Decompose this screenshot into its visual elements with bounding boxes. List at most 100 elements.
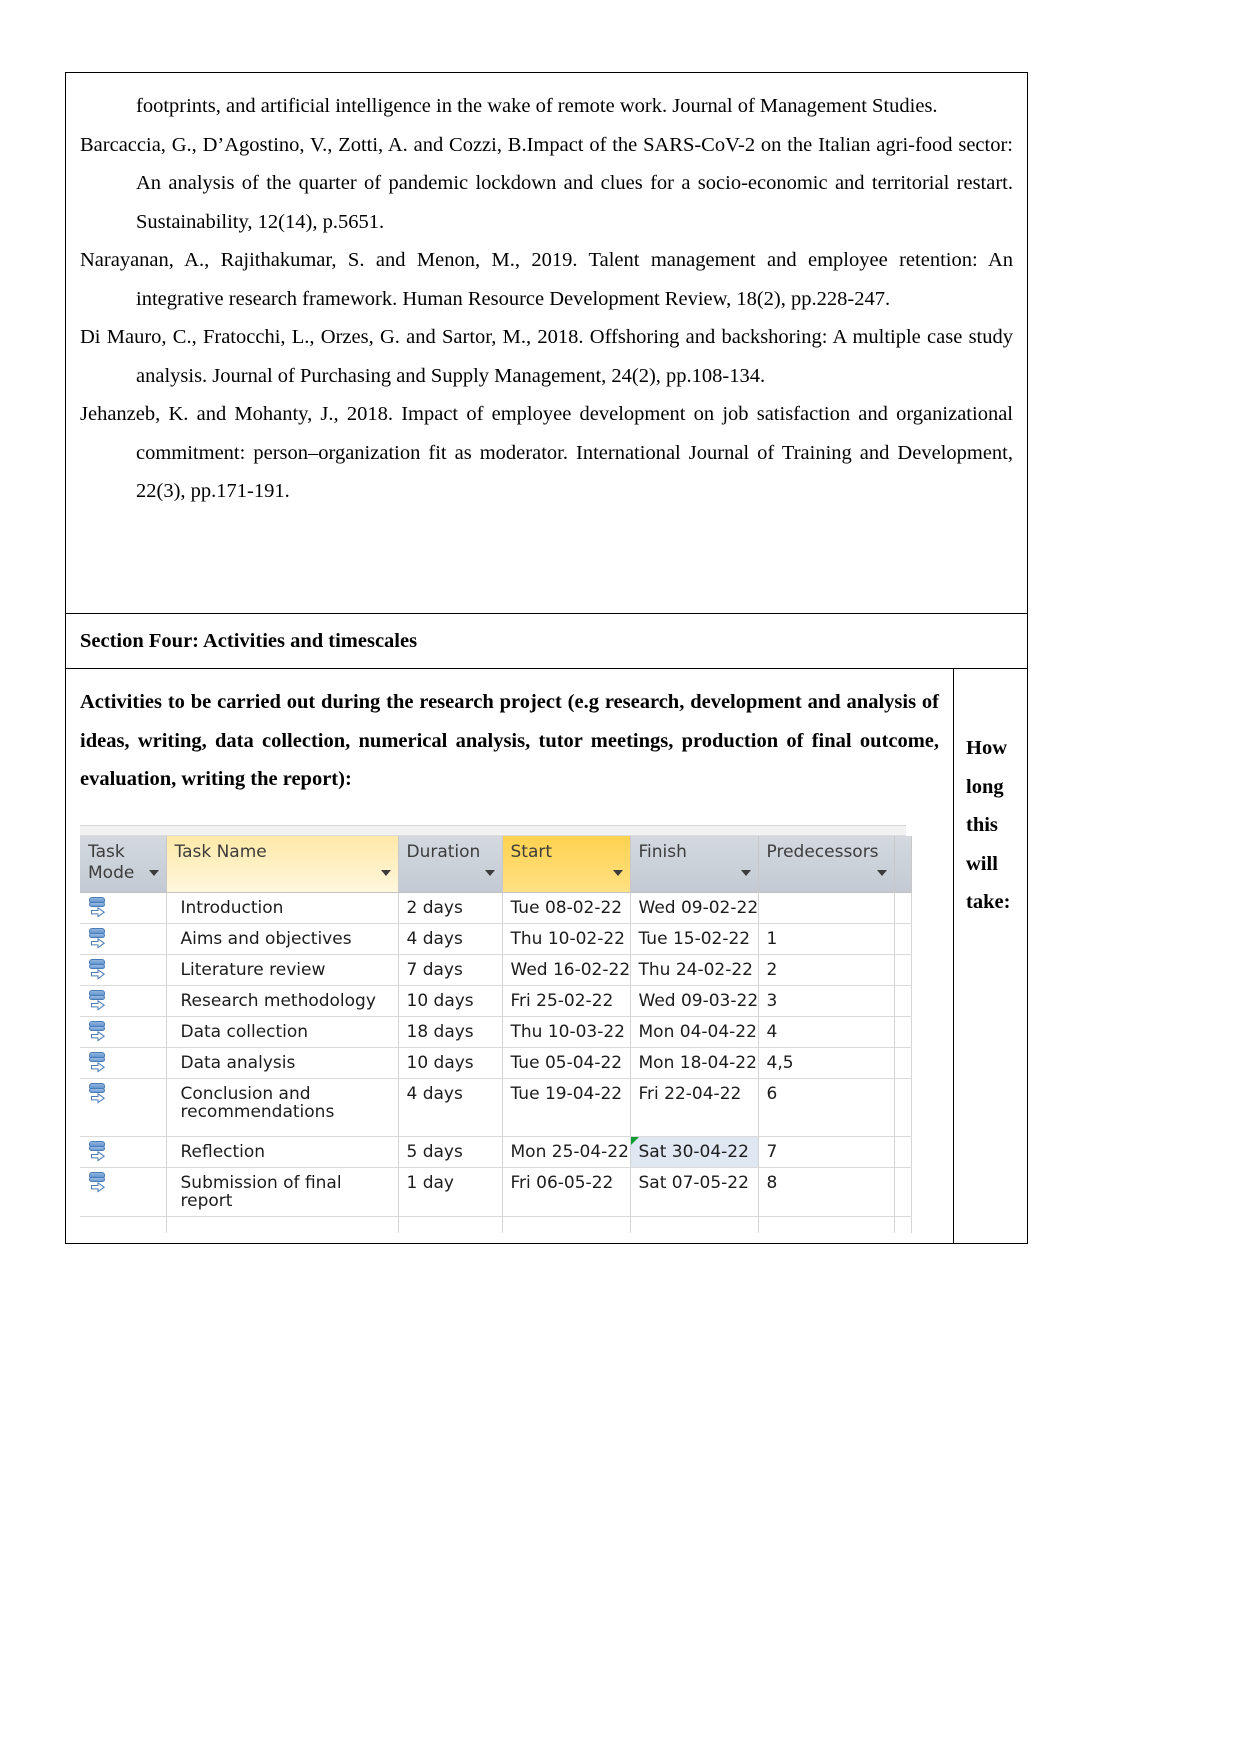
finish-cell-value: Sat 30-04-22 xyxy=(638,1142,749,1162)
start-cell[interactable]: Tue 19-04-22 xyxy=(502,1078,631,1137)
filter-chevron-down-icon[interactable] xyxy=(484,870,495,876)
task-name-cell[interactable]: Conclusion and recommendations xyxy=(166,1078,399,1137)
table-row[interactable]: Data analysis 10 days Tue 05-04-22 Mon 1… xyxy=(80,1047,912,1079)
finish-cell[interactable]: Tue 15-02-22 xyxy=(630,923,759,955)
finish-cell[interactable]: Wed 09-02-22 xyxy=(630,892,759,924)
table-row[interactable]: Aims and objectives 4 days Thu 10-02-22 … xyxy=(80,923,912,955)
task-name-cell[interactable] xyxy=(166,1216,399,1233)
predecessors-cell[interactable] xyxy=(758,1216,895,1233)
column-header-predecessors-label: Predecessors xyxy=(766,841,879,862)
overflow-cell xyxy=(894,985,912,1017)
task-name-cell[interactable]: Literature review xyxy=(166,954,399,986)
task-mode-cell[interactable] xyxy=(80,1016,167,1048)
start-cell[interactable]: Fri 25-02-22 xyxy=(502,985,631,1017)
finish-cell[interactable] xyxy=(630,1216,759,1233)
predecessors-cell[interactable] xyxy=(758,892,895,924)
table-row[interactable]: Literature review 7 days Wed 16-02-22 Th… xyxy=(80,954,912,986)
column-header-finish-label: Finish xyxy=(638,841,687,862)
reference-entry: Jehanzeb, K. and Mohanty, J., 2018. Impa… xyxy=(80,403,1013,502)
duration-cell[interactable]: 2 days xyxy=(398,892,503,924)
finish-cell[interactable]: Sat 07-05-22 xyxy=(630,1167,759,1217)
column-header-duration[interactable]: Duration xyxy=(398,835,503,893)
column-header-finish[interactable]: Finish xyxy=(630,835,759,893)
column-header-duration-label: Duration xyxy=(406,841,481,862)
filter-chevron-down-icon[interactable] xyxy=(148,870,159,876)
task-mode-cell[interactable] xyxy=(80,1167,167,1217)
task-mode-cell[interactable] xyxy=(80,985,167,1017)
task-mode-cell[interactable] xyxy=(80,923,167,955)
finish-cell[interactable]: Wed 09-03-22 xyxy=(630,985,759,1017)
finish-cell-selected[interactable]: Sat 30-04-22 xyxy=(630,1136,759,1168)
manually-scheduled-task-icon xyxy=(88,990,110,1012)
duration-cell[interactable] xyxy=(398,1216,503,1233)
duration-cell[interactable]: 10 days xyxy=(398,985,503,1017)
manually-scheduled-task-icon xyxy=(88,1052,110,1074)
duration-cell[interactable]: 5 days xyxy=(398,1136,503,1168)
overflow-cell xyxy=(894,1016,912,1048)
column-header-truncated[interactable] xyxy=(894,835,912,893)
overflow-cell xyxy=(894,1167,912,1217)
filter-chevron-down-icon[interactable] xyxy=(876,870,887,876)
manually-scheduled-task-icon xyxy=(88,1172,110,1194)
manually-scheduled-task-icon xyxy=(88,959,110,981)
table-empty-row[interactable] xyxy=(80,1216,912,1233)
task-name-cell[interactable]: Aims and objectives xyxy=(166,923,399,955)
column-header-task-mode[interactable]: Task Mode xyxy=(80,835,167,893)
start-cell[interactable] xyxy=(502,1216,631,1233)
task-mode-cell[interactable] xyxy=(80,1047,167,1079)
start-cell[interactable]: Mon 25-04-22 xyxy=(502,1136,631,1168)
predecessors-cell[interactable]: 4 xyxy=(758,1016,895,1048)
duration-cell[interactable]: 4 days xyxy=(398,1078,503,1137)
duration-cell[interactable]: 7 days xyxy=(398,954,503,986)
start-cell[interactable]: Tue 08-02-22 xyxy=(502,892,631,924)
overflow-cell xyxy=(894,923,912,955)
start-cell[interactable]: Thu 10-03-22 xyxy=(502,1016,631,1048)
table-row[interactable]: Research methodology 10 days Fri 25-02-2… xyxy=(80,985,912,1017)
task-name-cell[interactable]: Data collection xyxy=(166,1016,399,1048)
task-mode-cell[interactable] xyxy=(80,1136,167,1168)
finish-cell[interactable]: Thu 24-02-22 xyxy=(630,954,759,986)
finish-cell[interactable]: Fri 22-04-22 xyxy=(630,1078,759,1137)
reference-entry: Di Mauro, C., Fratocchi, L., Orzes, G. a… xyxy=(80,326,1013,387)
table-row[interactable]: Submission of final report 1 day Fri 06-… xyxy=(80,1167,912,1217)
task-mode-cell[interactable] xyxy=(80,892,167,924)
table-row[interactable]: Data collection 18 days Thu 10-03-22 Mon… xyxy=(80,1016,912,1048)
duration-cell[interactable]: 10 days xyxy=(398,1047,503,1079)
task-name-cell[interactable]: Data analysis xyxy=(166,1047,399,1079)
start-cell[interactable]: Fri 06-05-22 xyxy=(502,1167,631,1217)
task-name-cell[interactable]: Introduction xyxy=(166,892,399,924)
manually-scheduled-task-icon xyxy=(88,897,110,919)
predecessors-cell[interactable]: 2 xyxy=(758,954,895,986)
filter-chevron-down-icon[interactable] xyxy=(380,870,391,876)
duration-cell[interactable]: 1 day xyxy=(398,1167,503,1217)
task-mode-cell[interactable] xyxy=(80,1078,167,1137)
task-mode-cell[interactable] xyxy=(80,954,167,986)
column-header-task-name[interactable]: Task Name xyxy=(166,835,399,893)
filter-chevron-down-icon[interactable] xyxy=(740,870,751,876)
column-header-task-mode-label: Task Mode xyxy=(88,841,135,883)
task-name-cell[interactable]: Submission of final report xyxy=(166,1167,399,1217)
table-row[interactable]: Introduction 2 days Tue 08-02-22 Wed 09-… xyxy=(80,892,912,924)
column-header-predecessors[interactable]: Predecessors xyxy=(758,835,895,893)
task-name-cell[interactable]: Reflection xyxy=(166,1136,399,1168)
predecessors-cell[interactable]: 3 xyxy=(758,985,895,1017)
predecessors-cell[interactable]: 8 xyxy=(758,1167,895,1217)
task-name-cell[interactable]: Research methodology xyxy=(166,985,399,1017)
predecessors-cell[interactable]: 6 xyxy=(758,1078,895,1137)
predecessors-cell[interactable]: 7 xyxy=(758,1136,895,1168)
column-header-start[interactable]: Start xyxy=(502,835,631,893)
duration-cell[interactable]: 18 days xyxy=(398,1016,503,1048)
finish-cell[interactable]: Mon 18-04-22 xyxy=(630,1047,759,1079)
predecessors-cell[interactable]: 1 xyxy=(758,923,895,955)
filter-chevron-down-icon[interactable] xyxy=(612,870,623,876)
task-mode-cell[interactable] xyxy=(80,1216,167,1233)
start-cell[interactable]: Wed 16-02-22 xyxy=(502,954,631,986)
duration-cell[interactable]: 4 days xyxy=(398,923,503,955)
predecessors-cell[interactable]: 4,5 xyxy=(758,1047,895,1079)
start-cell[interactable]: Tue 05-04-22 xyxy=(502,1047,631,1079)
manually-scheduled-task-icon xyxy=(88,928,110,950)
table-row[interactable]: Conclusion and recommendations 4 days Tu… xyxy=(80,1078,912,1137)
table-row[interactable]: Reflection 5 days Mon 25-04-22 Sat 30-04… xyxy=(80,1136,912,1168)
finish-cell[interactable]: Mon 04-04-22 xyxy=(630,1016,759,1048)
start-cell[interactable]: Thu 10-02-22 xyxy=(502,923,631,955)
